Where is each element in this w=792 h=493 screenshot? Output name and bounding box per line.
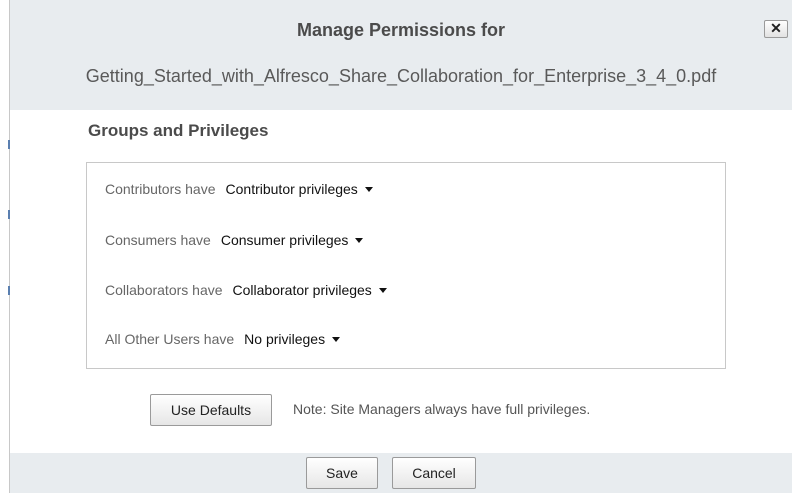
- groups-privileges-heading: Groups and Privileges: [88, 121, 269, 140]
- consumers-privilege-select[interactable]: Consumer privileges: [221, 232, 364, 248]
- permission-row-collaborators: Collaborators have Collaborator privileg…: [105, 280, 387, 300]
- role-label: Contributors have: [105, 181, 216, 197]
- cancel-button[interactable]: Cancel: [392, 457, 476, 489]
- save-button[interactable]: Save: [306, 457, 378, 489]
- permission-row-all-other-users: All Other Users have No privileges: [105, 329, 341, 349]
- use-defaults-button[interactable]: Use Defaults: [150, 394, 272, 426]
- dialog-header: Manage Permissions for Getting_Started_w…: [10, 0, 792, 110]
- select-value: No privileges: [244, 331, 326, 347]
- permission-row-consumers: Consumers have Consumer privileges: [105, 230, 364, 250]
- dialog-footer: Save Cancel: [10, 453, 792, 493]
- dropdown-arrow-icon: [332, 336, 341, 342]
- background-page-edge: [0, 0, 10, 493]
- permission-row-contributors: Contributors have Contributor privileges: [105, 179, 373, 199]
- role-label: Collaborators have: [105, 282, 223, 298]
- dropdown-arrow-icon: [378, 287, 387, 293]
- close-icon[interactable]: ✕: [764, 20, 788, 38]
- role-label: Consumers have: [105, 232, 211, 248]
- site-managers-note: Note: Site Managers always have full pri…: [293, 401, 591, 417]
- dropdown-arrow-icon: [364, 186, 373, 192]
- manage-permissions-dialog: Manage Permissions for Getting_Started_w…: [10, 0, 792, 493]
- contributors-privilege-select[interactable]: Contributor privileges: [226, 181, 373, 197]
- select-value: Consumer privileges: [220, 232, 349, 248]
- role-label: All Other Users have: [105, 331, 235, 347]
- select-value: Contributor privileges: [225, 181, 358, 197]
- document-name: Getting_Started_with_Alfresco_Share_Coll…: [85, 66, 717, 86]
- select-value: Collaborator privileges: [232, 282, 372, 298]
- all-other-users-privilege-select[interactable]: No privileges: [244, 331, 341, 347]
- groups-privileges-panel: Contributors have Contributor privileges…: [86, 162, 726, 369]
- collaborators-privilege-select[interactable]: Collaborator privileges: [233, 282, 387, 298]
- dropdown-arrow-icon: [355, 237, 364, 243]
- dialog-title: Manage Permissions for: [296, 20, 506, 40]
